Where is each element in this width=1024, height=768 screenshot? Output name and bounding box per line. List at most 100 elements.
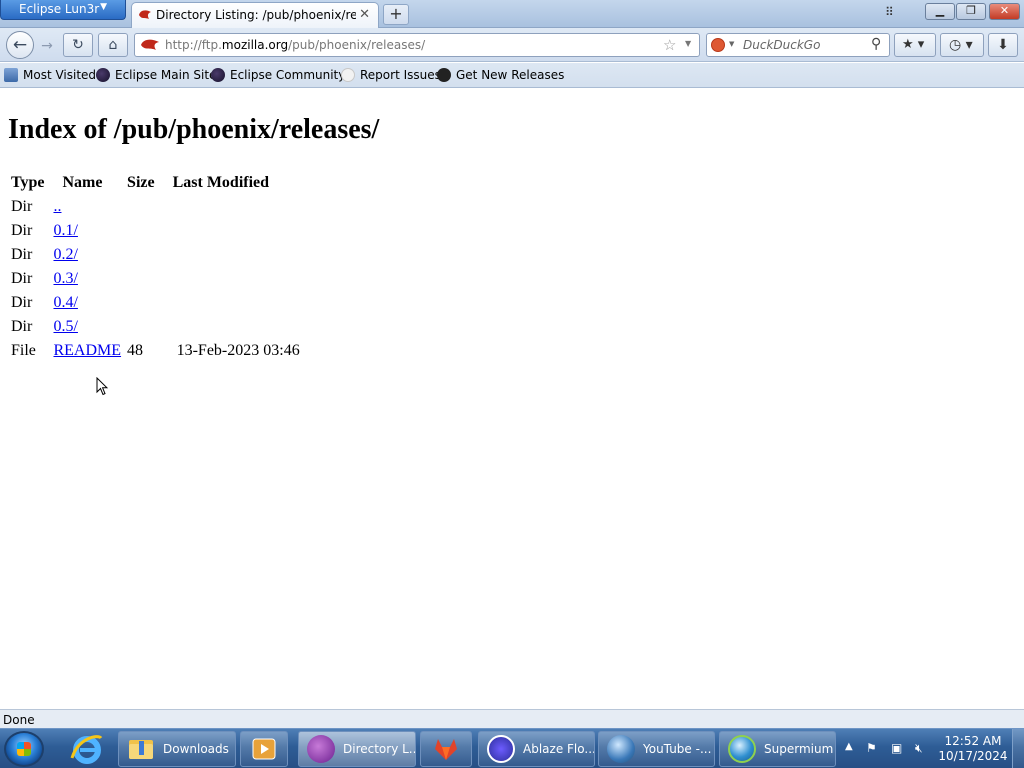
github-icon — [341, 68, 355, 82]
start-button[interactable] — [4, 731, 44, 767]
close-window-button[interactable]: ✕ — [989, 3, 1020, 20]
mouse-pointer-icon — [96, 377, 108, 396]
row-type: Dir — [11, 198, 33, 215]
bookmark-eclipse-community[interactable]: Eclipse Community — [211, 68, 345, 82]
tab-groups-icon[interactable]: ⠿ — [885, 5, 899, 19]
network-icon[interactable]: ▣ — [891, 741, 905, 755]
directory-link[interactable]: 0.2/ — [53, 246, 77, 263]
search-icon[interactable]: ⚲ — [871, 36, 881, 52]
directory-link[interactable]: 0.3/ — [53, 270, 77, 287]
bookmark-label: Report Issues — [360, 68, 441, 82]
taskbar: Downloads Directory L... Ablaze Flo... Y… — [0, 728, 1024, 768]
url-history-dropdown-icon[interactable]: ▼ — [685, 39, 691, 48]
url-text[interactable]: http://ftp.mozilla.org/pub/phoenix/relea… — [165, 38, 425, 52]
row-type: Dir — [11, 222, 33, 239]
bookmark-most-visited[interactable]: Most Visited — [4, 68, 96, 82]
tab-directory-listing[interactable]: Directory Listing: /pub/phoenix/releases… — [131, 2, 379, 28]
row-type: Dir — [11, 294, 33, 311]
eclipse-moon-icon — [211, 68, 225, 82]
duckduckgo-icon[interactable] — [711, 38, 725, 52]
bookmark-label: Most Visited — [23, 68, 97, 82]
directory-listing-table: Type Name Size Last Modified Dir .. Dir … — [8, 170, 305, 364]
media-player-icon — [252, 738, 276, 760]
tab-title: Directory Listing: /pub/phoenix/releases… — [156, 8, 356, 22]
close-tab-icon[interactable]: ✕ — [359, 7, 370, 22]
gitlab-pinned[interactable] — [420, 731, 472, 767]
phoenix-favicon-icon — [139, 10, 151, 19]
bookmark-report-issues[interactable]: Report Issues — [341, 68, 441, 82]
url-bar[interactable]: http://ftp.mozilla.org/pub/phoenix/relea… — [134, 33, 700, 57]
taskbar-item-supermium[interactable]: Supermium — [719, 731, 836, 767]
windows-logo-icon — [17, 742, 31, 756]
bookmarks-menu-button[interactable]: ★ ▾ — [894, 33, 936, 57]
column-header-last-modified: Last Modified — [172, 174, 270, 191]
back-button[interactable]: ← — [6, 31, 34, 59]
app-menu-button[interactable]: Eclipse Lun3r ▼ — [0, 0, 126, 20]
table-row: Dir 0.2/ — [10, 244, 303, 266]
row-size — [126, 244, 161, 266]
new-tab-button[interactable]: + — [383, 4, 409, 25]
search-bar[interactable]: ▼ ⚲ — [706, 33, 890, 57]
status-bar: Done — [0, 709, 1024, 729]
clock-time: 12:52 AM — [944, 734, 1002, 748]
home-button[interactable]: ⌂ — [98, 33, 128, 57]
table-row: File README 48 13-Feb-2023 03:46 — [10, 340, 303, 362]
url-domain: mozilla.org — [221, 38, 289, 52]
navigation-toolbar: ← → ↻ ⌂ http://ftp.mozilla.org/pub/phoen… — [0, 28, 1024, 62]
page-title: Index of /pub/phoenix/releases/ — [8, 114, 380, 145]
bookmark-get-new-releases[interactable]: Get New Releases — [437, 68, 564, 82]
directory-link[interactable]: 0.5/ — [53, 318, 77, 335]
row-modified — [163, 268, 303, 290]
bookmark-star-icon[interactable]: ☆ — [663, 36, 676, 54]
forward-button[interactable]: → — [36, 36, 58, 56]
search-input[interactable] — [743, 37, 863, 53]
action-center-flag-icon[interactable]: ⚑ — [866, 741, 880, 755]
tab-strip: Eclipse Lun3r ▼ Directory Listing: /pub/… — [0, 0, 1024, 28]
search-engine-dropdown-icon[interactable]: ▼ — [729, 40, 734, 48]
media-player-pinned[interactable] — [240, 731, 288, 767]
table-row: Dir 0.1/ — [10, 220, 303, 242]
internet-explorer-pinned[interactable] — [68, 732, 108, 766]
row-size — [126, 268, 161, 290]
status-text: Done — [3, 713, 35, 727]
column-header-name: Name — [62, 174, 103, 191]
directory-link[interactable]: 0.1/ — [53, 222, 77, 239]
fox-shield-icon — [435, 739, 457, 760]
minimize-button[interactable]: ▁ — [925, 3, 955, 20]
downloads-button[interactable]: ⬇ — [988, 33, 1018, 57]
row-type: File — [11, 342, 36, 359]
row-type: Dir — [11, 246, 33, 263]
row-modified — [163, 244, 303, 266]
restore-button[interactable]: ❐ — [956, 3, 986, 20]
column-header-type: Type — [11, 174, 45, 191]
internet-explorer-icon — [70, 735, 103, 764]
directory-link[interactable]: 0.4/ — [53, 294, 77, 311]
reload-button[interactable]: ↻ — [63, 33, 93, 57]
bookmark-eclipse-main-site[interactable]: Eclipse Main Site — [96, 68, 216, 82]
show-hidden-icons-button[interactable]: ▲ — [845, 741, 853, 752]
row-size — [126, 220, 161, 242]
github-icon — [437, 68, 451, 82]
eclipse-moon-icon — [96, 68, 110, 82]
row-size — [126, 292, 161, 314]
show-desktop-button[interactable] — [1012, 729, 1024, 768]
parent-directory-link[interactable]: .. — [53, 198, 61, 215]
file-link[interactable]: README — [53, 342, 121, 359]
taskbar-item-downloads[interactable]: Downloads — [118, 731, 236, 767]
row-modified — [163, 316, 303, 338]
column-header-size: Size — [127, 174, 155, 191]
chevron-down-icon: ▼ — [100, 2, 107, 12]
bookmarks-toolbar: Most Visited Eclipse Main Site Eclipse C… — [0, 63, 1024, 88]
ablaze-icon — [487, 735, 515, 763]
system-clock[interactable]: 12:52 AM 10/17/2024 — [938, 734, 1008, 764]
volume-muted-icon[interactable]: 🔇︎ — [915, 741, 929, 755]
taskbar-item-youtube[interactable]: YouTube -... — [598, 731, 715, 767]
taskbar-item-label: Directory L... — [343, 742, 416, 756]
row-modified — [163, 220, 303, 242]
history-button[interactable]: ◷ ▾ — [940, 33, 984, 57]
taskbar-item-ablaze-floorp[interactable]: Ablaze Flo... — [478, 731, 595, 767]
globe-icon — [728, 735, 756, 763]
row-size — [126, 196, 161, 218]
taskbar-item-directory-listing[interactable]: Directory L... — [298, 731, 416, 767]
row-size — [126, 316, 161, 338]
